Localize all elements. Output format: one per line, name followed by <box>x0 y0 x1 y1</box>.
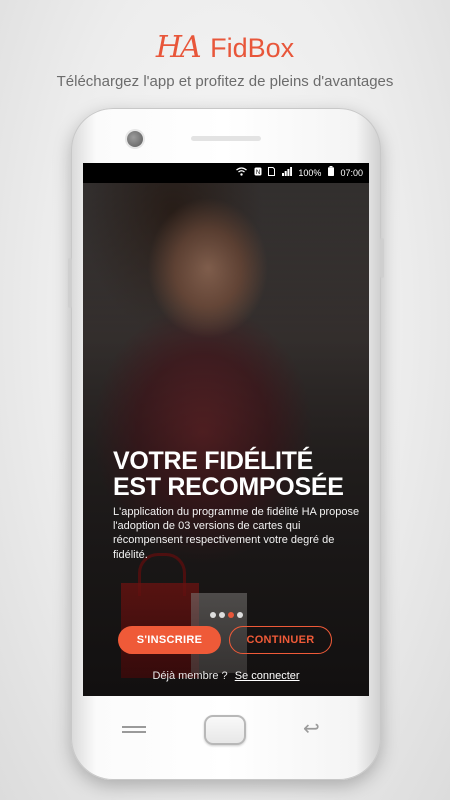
continue-button[interactable]: CONTINUER <box>229 626 332 654</box>
volume-button <box>68 258 72 308</box>
signal-icon <box>281 167 295 178</box>
pager-dot[interactable] <box>237 612 243 618</box>
clock: 07:00 <box>340 168 363 178</box>
front-camera <box>127 131 143 147</box>
pager-dot[interactable] <box>210 612 216 618</box>
tagline: Téléchargez l'app et profitez de pleins … <box>56 73 394 90</box>
svg-text:N: N <box>256 170 260 176</box>
nfc-icon: N <box>254 167 265 178</box>
brand-header: HA FidBox <box>0 30 450 66</box>
sim-icon <box>268 167 278 178</box>
phone-screen: N 100% 07:00 VOTRE FIDÉLITÉ EST RECOMPOS… <box>83 163 369 696</box>
pager-dot-active[interactable] <box>228 612 234 618</box>
power-button <box>380 238 384 278</box>
login-link[interactable]: Se connecter <box>235 670 300 682</box>
status-bar: N 100% 07:00 <box>83 163 369 183</box>
signup-button[interactable]: S'INSCRIRE <box>118 626 221 654</box>
pager-dot[interactable] <box>219 612 225 618</box>
recent-apps-icon[interactable] <box>122 726 146 736</box>
home-button[interactable] <box>204 715 246 745</box>
phone-mockup: N 100% 07:00 VOTRE FIDÉLITÉ EST RECOMPOS… <box>68 108 384 780</box>
back-icon[interactable]: ↩ <box>303 718 320 740</box>
ha-logo: HA <box>155 30 202 65</box>
login-prompt: Déjà membre ? Se connecter <box>83 670 369 682</box>
brand-name: FidBox <box>210 33 295 63</box>
speaker-grille <box>191 136 261 141</box>
onboarding-description: L'application du programme de fidélité H… <box>113 506 360 561</box>
wifi-icon <box>236 167 250 178</box>
photo-overlay <box>83 183 369 696</box>
battery-percent: 100% <box>298 168 322 178</box>
status-icons: N 100% 07:00 <box>232 166 363 180</box>
battery-icon <box>327 166 337 178</box>
onboarding-headline: VOTRE FIDÉLITÉ EST RECOMPOSÉE <box>113 447 344 501</box>
already-member-text: Déjà membre ? <box>152 670 228 682</box>
pager-dots <box>210 605 246 618</box>
